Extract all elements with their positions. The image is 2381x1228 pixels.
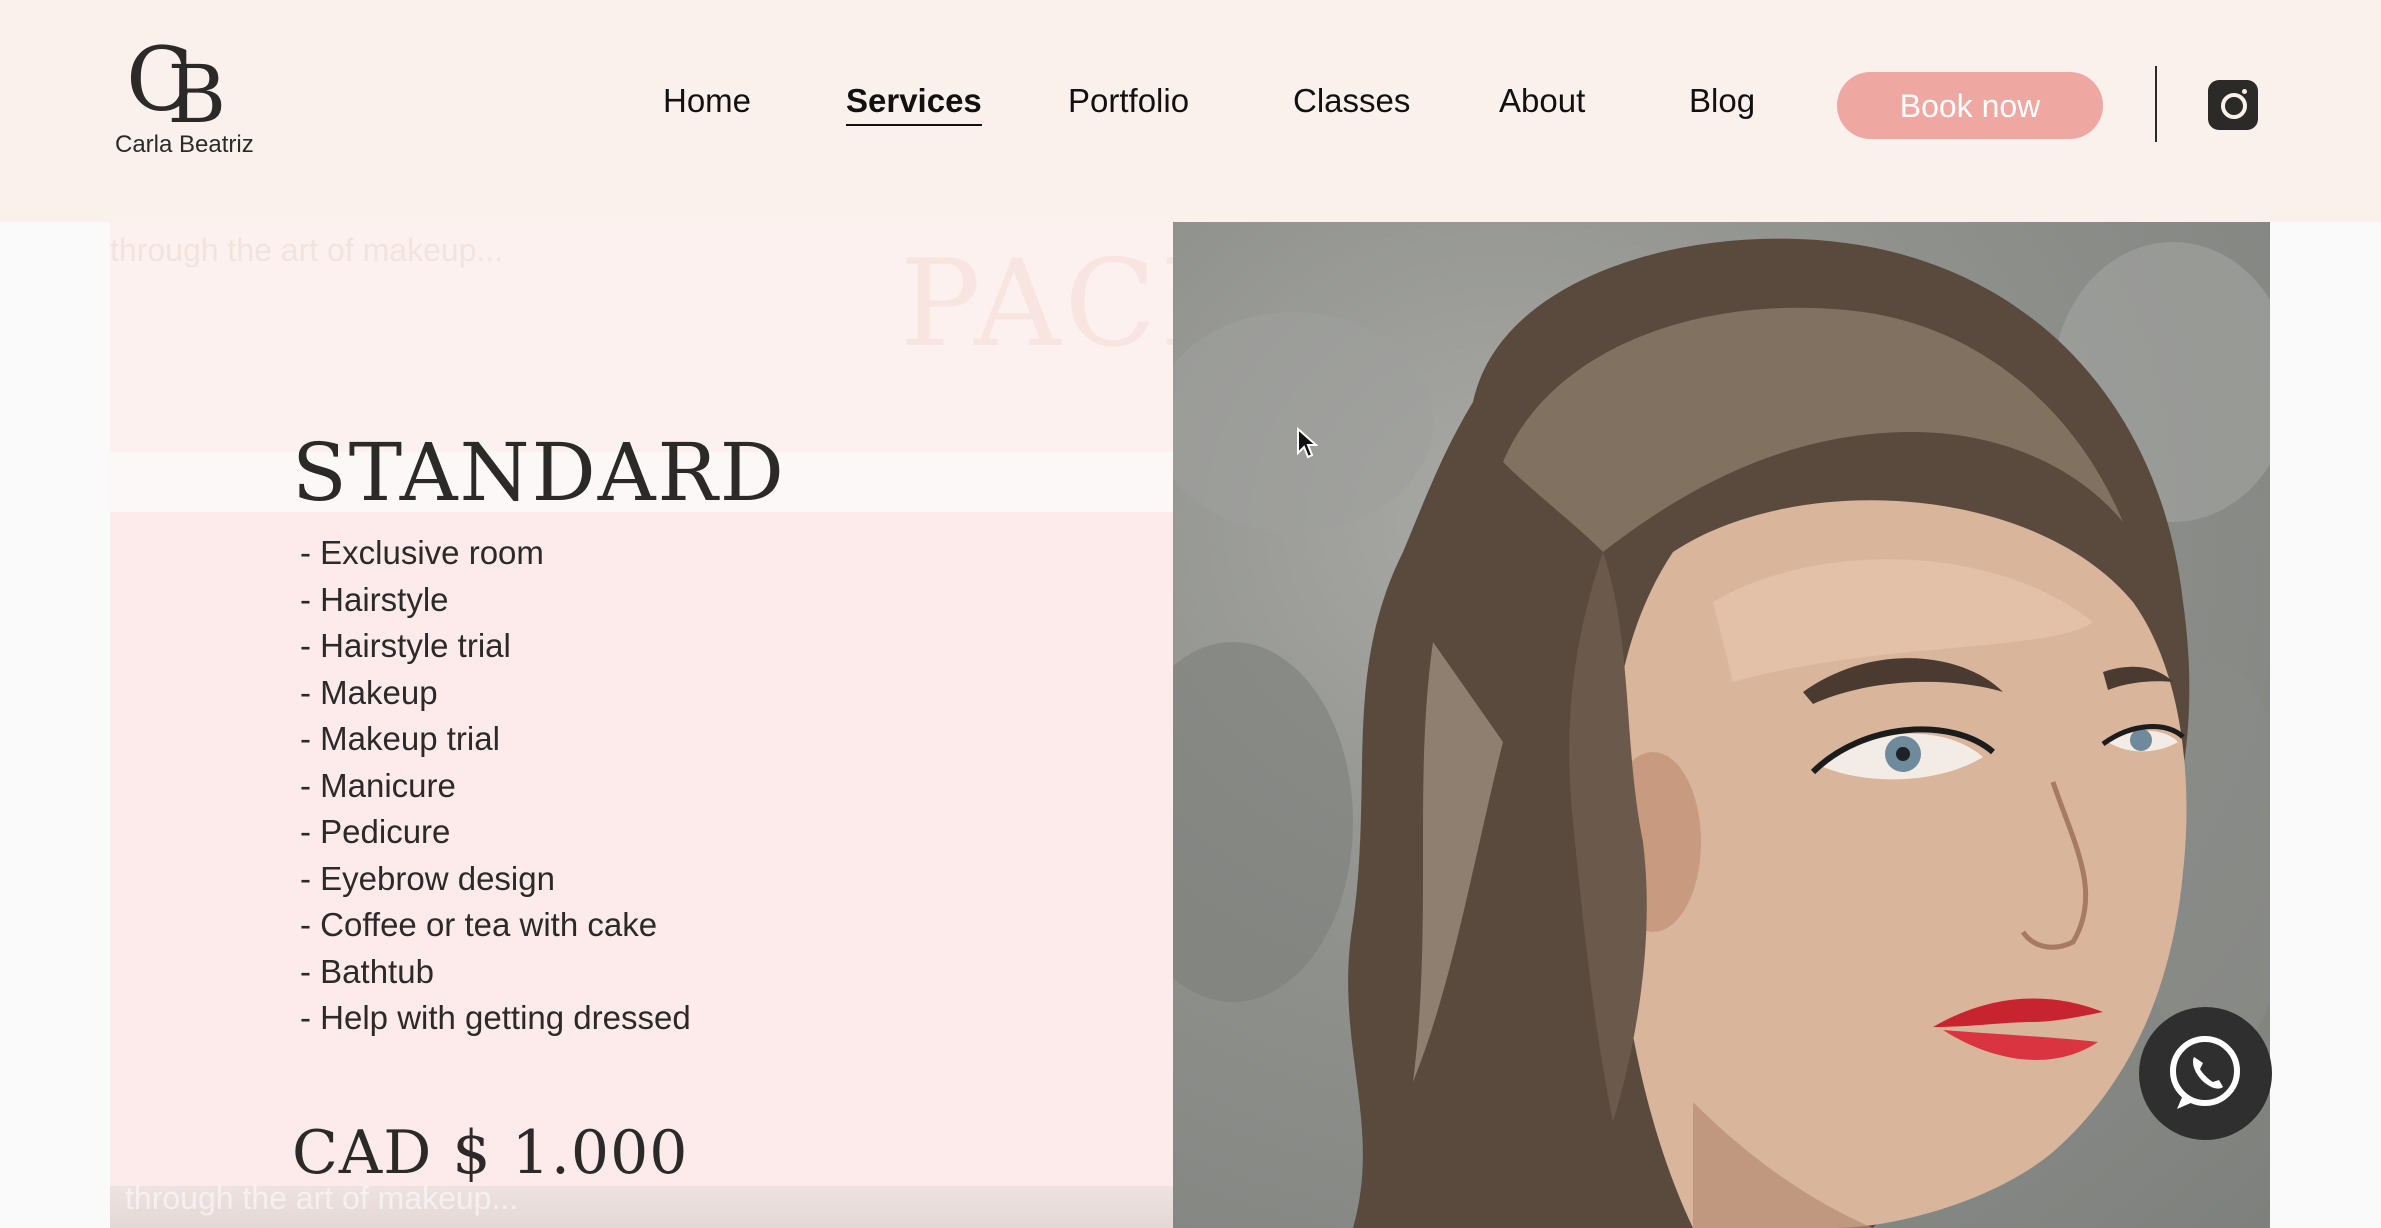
- feature-item: - Hairstyle trial: [300, 627, 511, 664]
- feature-item: - Help with getting dressed: [300, 999, 691, 1036]
- logo-name: Carla Beatriz: [115, 131, 254, 158]
- cursor-icon: [1297, 427, 1318, 459]
- whatsapp-button[interactable]: [2139, 1007, 2272, 1140]
- nav-classes[interactable]: Classes: [1293, 82, 1410, 120]
- nav-home[interactable]: Home: [663, 82, 751, 120]
- instagram-icon[interactable]: [2208, 80, 2258, 130]
- nav-blog[interactable]: Blog: [1689, 82, 1755, 120]
- feature-item: - Pedicure: [300, 813, 451, 850]
- header-divider: [2155, 66, 2157, 142]
- feature-item: - Makeup: [300, 673, 438, 711]
- feature-item: - Exclusive room: [300, 534, 544, 571]
- package-features: - Exclusive room - Hairstyle - Hairstyle…: [300, 530, 691, 1042]
- whatsapp-icon: [2170, 1036, 2240, 1109]
- feature-item: - Bathtub: [300, 952, 434, 990]
- nav-portfolio[interactable]: Portfolio: [1068, 82, 1189, 120]
- site-header: CB Carla Beatriz Home Services Portfolio…: [0, 0, 2381, 222]
- feature-item: - Eyebrow design: [300, 859, 555, 897]
- book-now-button[interactable]: Book now: [1837, 72, 2103, 139]
- feature-item: - Manicure: [300, 766, 456, 804]
- portrait-image: [1173, 222, 2270, 1228]
- feature-item: - Hairstyle: [300, 580, 449, 618]
- nav-about[interactable]: About: [1499, 82, 1585, 120]
- package-title: STANDARD: [292, 425, 786, 519]
- package-price: CAD $ 1.000: [292, 1118, 689, 1188]
- nav-services[interactable]: Services: [846, 82, 982, 126]
- feature-item: - Coffee or tea with cake: [300, 906, 658, 943]
- feature-item: - Makeup trial: [300, 720, 500, 757]
- package-card-top: [110, 222, 1173, 452]
- bottom-strip: [110, 1186, 1173, 1228]
